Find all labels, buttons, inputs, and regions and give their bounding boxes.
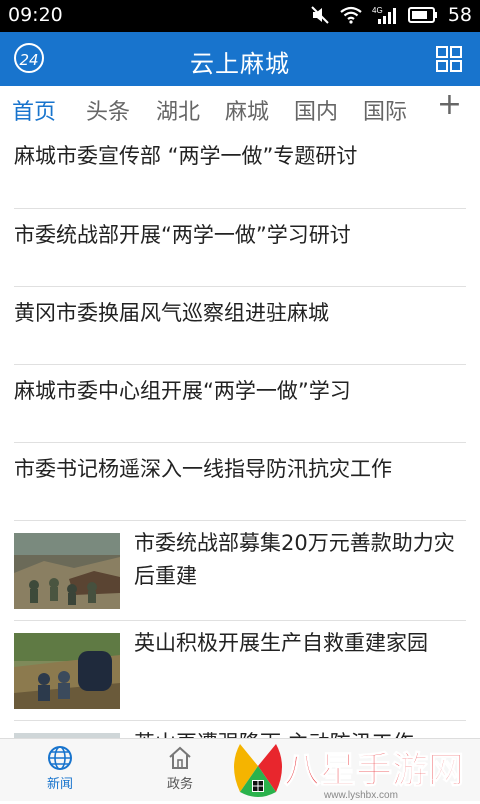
news-item[interactable]: 麻城市委宣传部 “两学一做”专题研讨 xyxy=(14,130,466,209)
news-thumbnail xyxy=(14,533,120,609)
battery-icon xyxy=(407,7,438,23)
news-title: 麻城市委宣传部 “两学一做”专题研讨 xyxy=(14,144,358,168)
svg-text:www.lyshbx.com: www.lyshbx.com xyxy=(323,790,398,800)
nav-government-label: 政务 xyxy=(166,777,193,792)
status-icons: 4G 58 xyxy=(310,4,472,26)
tab-headlines[interactable]: 头条 xyxy=(86,94,130,126)
news-item[interactable]: 市委书记杨遥深入一线指导防汛抗灾工作 xyxy=(14,443,466,521)
battery-level: 58 xyxy=(447,4,472,26)
news-thumbnail xyxy=(14,633,120,709)
home-icon xyxy=(140,745,220,771)
tab-domestic[interactable]: 国内 xyxy=(294,94,338,126)
news-title: 麻城市委中心组开展“两学一做”学习 xyxy=(14,379,351,403)
news-title: 市委统战部开展“两学一做”学习研讨 xyxy=(14,223,351,247)
network-type: 4G xyxy=(372,6,383,15)
tab-international[interactable]: 国际 xyxy=(363,94,407,126)
status-time: 09:20 xyxy=(8,4,63,26)
signal-icon: 4G xyxy=(372,5,398,25)
wifi-icon xyxy=(340,6,362,24)
site-watermark-logo: 八星手游网 www.lyshbx.com xyxy=(232,736,478,801)
image-news-item[interactable]: 英山积极开展生产自救重建家园 xyxy=(14,621,466,721)
news-item[interactable]: 黄冈市委换届风气巡察组进驻麻城 xyxy=(14,287,466,365)
nav-news-label: 新闻 xyxy=(46,777,73,792)
svg-text:八星手游网: 八星手游网 xyxy=(284,750,464,791)
tab-home[interactable]: 首页 xyxy=(12,94,56,126)
news-title: 黄冈市委换届风气巡察组进驻麻城 xyxy=(14,301,329,325)
status-bar: 09:20 4G 58 xyxy=(0,0,480,32)
globe-icon xyxy=(20,745,100,771)
news-title: 市委书记杨遥深入一线指导防汛抗灾工作 xyxy=(14,457,392,481)
add-tab-button[interactable]: + xyxy=(437,90,462,120)
image-news-item[interactable]: 市委统战部募集20万元善款助力灾后重建 xyxy=(14,521,466,621)
news-item[interactable]: 市委统战部开展“两学一做”学习研讨 xyxy=(14,209,466,287)
category-tabs: 首页 头条 湖北 麻城 国内 国际 + xyxy=(0,86,480,130)
nav-government[interactable]: 政务 xyxy=(140,745,220,792)
app-title: 云上麻城 xyxy=(190,50,290,78)
news-title: 市委统战部募集20万元善款助力灾后重建 xyxy=(134,531,455,588)
title-bar: 24 云上麻城 xyxy=(0,32,480,86)
grid-menu-icon[interactable] xyxy=(436,46,462,76)
mute-icon xyxy=(310,5,330,25)
news-title: 英山积极开展生产自救重建家园 xyxy=(134,631,428,655)
nav-news[interactable]: 新闻 xyxy=(20,745,100,792)
tab-macheng[interactable]: 麻城 xyxy=(225,94,269,126)
tab-hubei[interactable]: 湖北 xyxy=(156,94,200,126)
news-item[interactable]: 麻城市委中心组开展“两学一做”学习 xyxy=(14,365,466,443)
